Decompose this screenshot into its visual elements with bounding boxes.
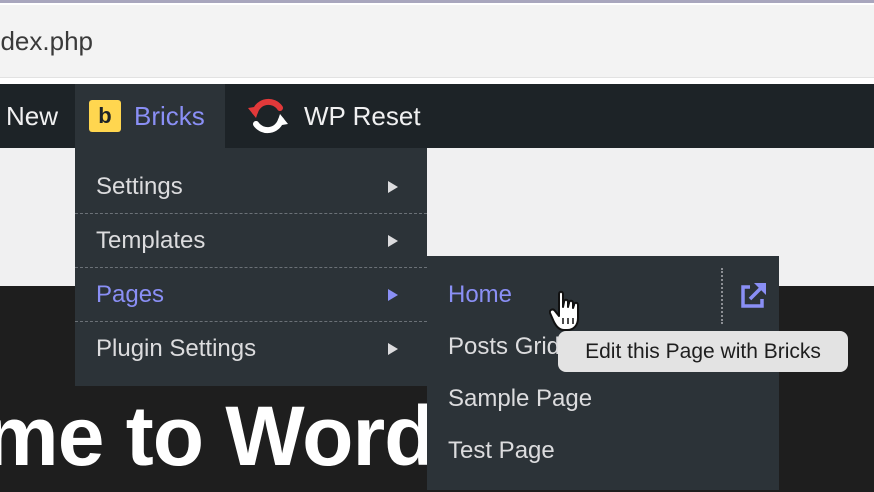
admin-bar-wp-reset[interactable]: WP Reset — [246, 84, 421, 148]
menu-item-settings[interactable]: Settings — [75, 161, 427, 213]
admin-bar-bricks[interactable]: b Bricks — [75, 84, 225, 148]
submenu-item-sample-page[interactable]: Sample Page — [427, 373, 779, 425]
submenu-divider — [721, 268, 723, 324]
wp-reset-refresh-icon — [248, 98, 288, 134]
menu-divider — [75, 321, 427, 322]
tooltip-text: Edit this Page with Bricks — [585, 339, 821, 363]
pages-submenu: Home Posts Grid Sample Page Test Page — [427, 256, 779, 490]
submenu-item-label: Home — [448, 281, 513, 308]
admin-bar-new[interactable]: New — [6, 84, 58, 148]
admin-bar-bricks-label: Bricks — [134, 100, 205, 131]
menu-item-pages[interactable]: Pages — [75, 269, 427, 321]
submenu-arrow-icon — [388, 181, 398, 193]
hero-heading: me to Word — [0, 389, 435, 483]
admin-bar-wp-reset-label: WP Reset — [304, 100, 421, 131]
menu-divider — [75, 213, 427, 214]
admin-bar-new-label: New — [6, 100, 59, 131]
tooltip: Edit this Page with Bricks — [558, 331, 848, 372]
submenu-item-label: Posts Grid — [448, 333, 561, 360]
submenu-arrow-icon — [388, 343, 398, 355]
menu-divider — [75, 267, 427, 268]
address-url-text: ndex.php — [0, 26, 93, 56]
browser-top-edge — [0, 0, 874, 3]
submenu-item-label: Sample Page — [448, 385, 593, 412]
submenu-item-label: Test Page — [448, 437, 555, 464]
submenu-arrow-icon — [388, 235, 398, 247]
menu-item-templates[interactable]: Templates — [75, 215, 427, 267]
menu-item-label: Settings — [96, 173, 183, 200]
submenu-item-test-page[interactable]: Test Page — [427, 425, 779, 477]
bricks-dropdown-menu: Settings Templates Pages Plugin Settings — [75, 148, 427, 386]
submenu-arrow-icon — [388, 289, 398, 301]
bricks-logo-icon: b — [89, 100, 121, 132]
submenu-item-home[interactable]: Home — [427, 269, 779, 321]
menu-item-label: Templates — [96, 227, 206, 254]
external-link-icon[interactable] — [737, 280, 769, 312]
menu-item-plugin-settings[interactable]: Plugin Settings — [75, 323, 427, 375]
address-bar[interactable]: ndex.php — [0, 5, 874, 78]
menu-item-label: Pages — [96, 281, 165, 308]
hand-cursor-icon — [549, 290, 579, 331]
admin-bar: New b Bricks WP Reset — [0, 84, 874, 148]
menu-item-label: Plugin Settings — [96, 335, 257, 362]
